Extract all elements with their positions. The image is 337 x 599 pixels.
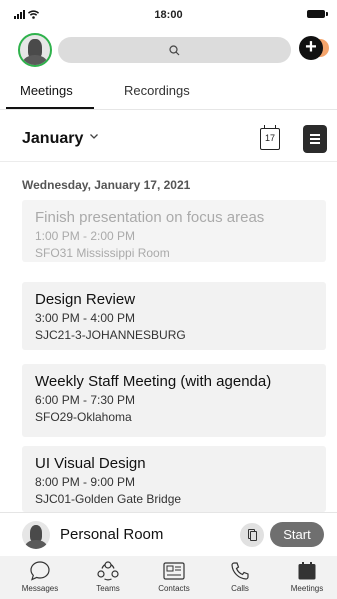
- nav-messages[interactable]: Messages: [10, 560, 70, 593]
- personal-room-avatar: [22, 521, 50, 549]
- nav-label: Calls: [231, 584, 249, 593]
- tab-recordings[interactable]: Recordings: [124, 83, 190, 98]
- month-bar: January 17: [0, 118, 337, 162]
- meeting-location: SFO31 Mississippi Room: [35, 246, 170, 260]
- add-button[interactable]: +: [299, 36, 329, 62]
- meeting-card[interactable]: UI Visual Design 8:00 PM - 9:00 PM SJC01…: [22, 446, 326, 512]
- calendar-icon: [298, 562, 316, 580]
- status-time: 18:00: [154, 9, 183, 21]
- meeting-time: 8:00 PM - 9:00 PM: [35, 475, 136, 489]
- teams-icon: [97, 561, 119, 581]
- meeting-time: 3:00 PM - 4:00 PM: [35, 311, 136, 325]
- tab-bar: Meetings Recordings: [0, 78, 337, 110]
- personal-room-bar: Personal Room Start: [0, 512, 337, 556]
- personal-room-label: Personal Room: [60, 526, 164, 543]
- copy-link-button[interactable]: [240, 523, 264, 547]
- search-icon: [169, 44, 180, 55]
- meeting-location: SJC21-3-JOHANNESBURG: [35, 328, 186, 342]
- status-bar: 18:00: [0, 0, 337, 30]
- meeting-location: SJC01-Golden Gate Bridge: [35, 492, 182, 506]
- meeting-card[interactable]: Design Review 3:00 PM - 4:00 PM SJC21-3-…: [22, 282, 326, 350]
- start-button[interactable]: Start: [270, 522, 324, 547]
- contact-card-icon: [163, 562, 185, 580]
- nav-label: Contacts: [158, 584, 190, 593]
- nav-label: Teams: [96, 584, 120, 593]
- meeting-time: 1:00 PM - 2:00 PM: [35, 229, 136, 243]
- meeting-card[interactable]: Finish presentation on focus areas 1:00 …: [22, 200, 326, 262]
- meeting-title: Finish presentation on focus areas: [35, 209, 265, 226]
- phone-icon: [231, 562, 249, 580]
- chat-bubble-icon: [30, 561, 50, 581]
- today-calendar-button[interactable]: 17: [260, 125, 280, 150]
- top-bar: +: [0, 30, 337, 70]
- user-avatar[interactable]: [18, 33, 52, 67]
- meeting-card[interactable]: Weekly Staff Meeting (with agenda) 6:00 …: [22, 364, 326, 437]
- tab-meetings[interactable]: Meetings: [20, 83, 73, 98]
- meeting-title: Weekly Staff Meeting (with agenda): [35, 373, 272, 390]
- meeting-location: SFO29-Oklahoma: [35, 410, 132, 424]
- meeting-title: Design Review: [35, 291, 136, 308]
- month-selector[interactable]: January: [22, 130, 83, 148]
- battery-icon: [307, 10, 328, 18]
- meeting-title: UI Visual Design: [35, 455, 146, 472]
- nav-label: Meetings: [290, 584, 324, 593]
- chevron-down-icon[interactable]: [89, 131, 99, 141]
- nav-label: Messages: [21, 584, 59, 593]
- nav-contacts[interactable]: Contacts: [144, 560, 204, 593]
- nav-calls[interactable]: Calls: [210, 560, 270, 593]
- search-bar[interactable]: [58, 37, 291, 63]
- nav-meetings[interactable]: Meetings: [277, 560, 337, 593]
- plus-icon: +: [299, 36, 323, 60]
- nav-teams[interactable]: Teams: [78, 560, 138, 593]
- list-view-button[interactable]: [303, 125, 327, 153]
- bottom-nav: Messages Teams Contacts Calls Meetings: [0, 556, 337, 599]
- date-header: Wednesday, January 17, 2021: [22, 178, 191, 192]
- meeting-time: 6:00 PM - 7:30 PM: [35, 393, 136, 407]
- active-tab-indicator: [6, 107, 94, 109]
